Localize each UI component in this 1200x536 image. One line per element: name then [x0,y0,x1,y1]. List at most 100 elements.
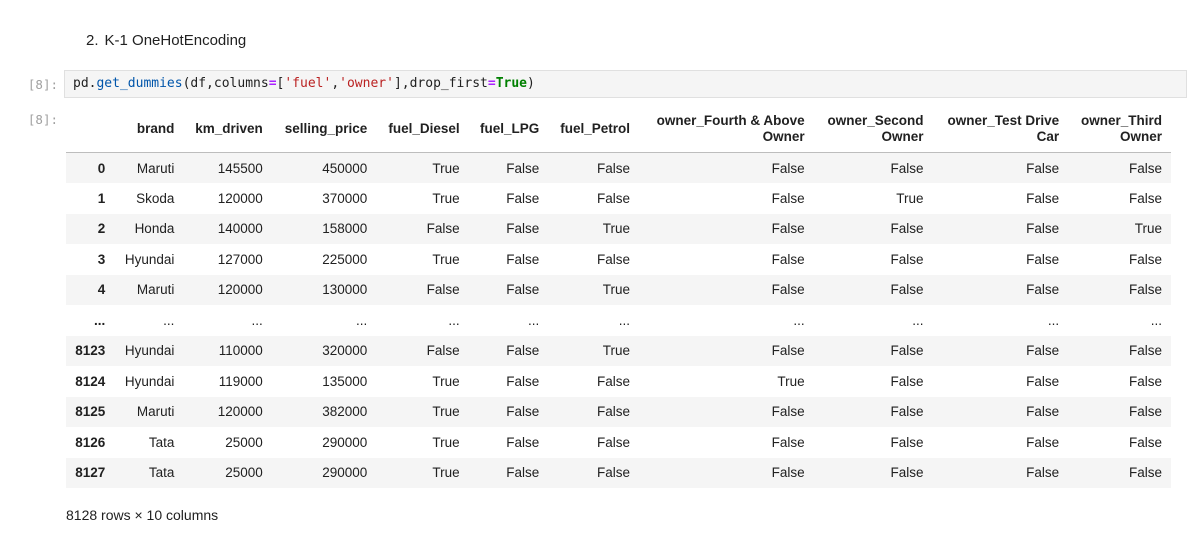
code-token-bracket-close: ],drop_first [393,76,488,91]
table-cell: False [890,282,924,298]
table-cell: False [1128,160,1162,176]
table-cell: False [506,160,540,176]
column-header-label: owner_Fourth & Above Owner [657,113,805,145]
markdown-list-number: 2. [86,32,99,49]
column-header-line1: fuel_Petrol [560,121,631,136]
table-cell: ... [1150,312,1162,328]
table-cell: False [426,343,460,359]
table-row: 8124 Hyundai 119000 135000 True False False Tru… [66,366,1171,397]
table-cell: False [1128,343,1162,359]
table-cell: True [432,373,460,389]
table-cell: False [771,160,805,176]
column-header-line1: selling_price [284,121,368,136]
table-cell: 120000 [217,282,263,298]
code-token-obj: pd [73,76,89,91]
header-row: brand km_driven selling_price fuel_Diesel fu… [66,106,1171,153]
table-cell: 290000 [322,465,368,481]
table-row: 0 Maruti 145500 450000 True False False False Fa… [66,152,1171,183]
table-cell: 120000 [217,190,263,206]
table-cell: True [777,373,805,389]
table-cell: False [506,343,540,359]
table-cell: False [1128,404,1162,420]
column-header-label: owner_Test Drive Car [948,113,1060,145]
row-index: 8123 [75,343,106,359]
table-cell: False [1026,404,1060,420]
column-header-line2: Owner [881,129,924,144]
table-cell: Maruti [136,404,175,420]
column-header-line1: owner_Test Drive [947,113,1060,128]
table-cell: False [506,282,540,298]
table-cell: 135000 [322,373,368,389]
table-cell: False [1128,282,1162,298]
column-header-line1: owner_Second [827,113,924,128]
markdown-heading-text: K-1 OneHotEncoding [104,32,247,49]
table-row: 1 Skoda 120000 370000 True False False False Tru… [66,183,1171,214]
table-row: 3 Hyundai 127000 225000 True False False False F… [66,244,1171,275]
row-index: 8126 [75,434,106,450]
table-cell: 290000 [322,434,368,450]
dataframe-shape-text: 8128 rows × 10 columns [66,507,219,523]
table-row: 8125 Maruti 120000 382000 True False False Fals… [66,396,1171,427]
table-cell: True [602,282,631,298]
table-row: 8126 Tata 25000 290000 True False False False Fa… [66,427,1171,458]
table-cell: False [771,434,805,450]
table-row: 2 Honda 140000 158000 False False True False Fal… [66,213,1171,244]
table-cell: Tata [148,434,175,450]
row-index: 4 [97,282,106,298]
table-cell: True [432,190,460,206]
table-cell: False [426,282,460,298]
column-header-label: fuel_LPG [480,121,539,137]
table-row: ................................. [66,305,1171,336]
column-header-label: selling_price [285,121,368,137]
row-index: 0 [97,160,106,176]
row-index: 8124 [75,373,106,389]
table-header: brand km_driven selling_price fuel_Diesel fu… [66,106,1171,153]
column-header-label: owner_Third Owner [1081,113,1162,145]
table-cell: False [506,434,540,450]
table-cell: True [432,160,460,176]
table-cell: Maruti [136,282,175,298]
code-token-eq2: = [487,76,496,91]
table-cell: False [597,404,631,420]
table-cell: Hyundai [124,343,175,359]
table-cell: True [432,434,460,450]
table-cell: False [597,190,631,206]
output-prompt: [8]: [27,112,58,127]
table-cell: ... [793,312,805,328]
table-cell: False [597,373,631,389]
table-cell: Honda [134,221,175,237]
table-cell: 25000 [225,465,263,481]
table-cell: False [771,465,805,481]
table-cell: False [1026,160,1060,176]
table-cell: False [890,221,924,237]
table-cell: False [890,465,924,481]
table-cell: True [896,190,924,206]
table-row: 4 Maruti 120000 130000 False False True False Fa… [66,274,1171,305]
table-cell: False [771,404,805,420]
table-cell: Maruti [136,160,175,176]
code-editor[interactable]: pd.get_dummies(df,columns=['fuel','owner… [64,70,1187,98]
column-header-line1: fuel_Diesel [388,121,460,136]
table-cell: False [1128,434,1162,450]
dataframe-table: brand km_driven selling_price fuel_Diesel fu… [66,106,1171,488]
table-row: 8127 Tata 25000 290000 True False False False Fa… [66,457,1171,488]
table-cell: 225000 [322,251,368,267]
column-header: owner_Second Owner [813,106,933,153]
input-prompt: [8]: [27,77,58,92]
column-header: fuel_LPG [468,106,549,153]
table-cell: 140000 [217,221,263,237]
column-header: owner_Third Owner [1068,106,1171,153]
table-cell: ... [448,312,460,328]
code-token-str1: 'fuel' [284,76,332,91]
row-index: 3 [97,251,106,267]
column-header: fuel_Diesel [376,106,469,153]
column-header-line2: Owner [762,129,805,144]
table-cell: ... [251,312,263,328]
markdown-cell: 2. K-1 OneHotEncoding [86,32,246,49]
table-cell: 450000 [322,160,368,176]
column-header-line1: brand [136,121,175,136]
table-cell: False [771,221,805,237]
table-cell: False [1026,190,1060,206]
table-cell: 370000 [322,190,368,206]
table-cell: False [506,190,540,206]
